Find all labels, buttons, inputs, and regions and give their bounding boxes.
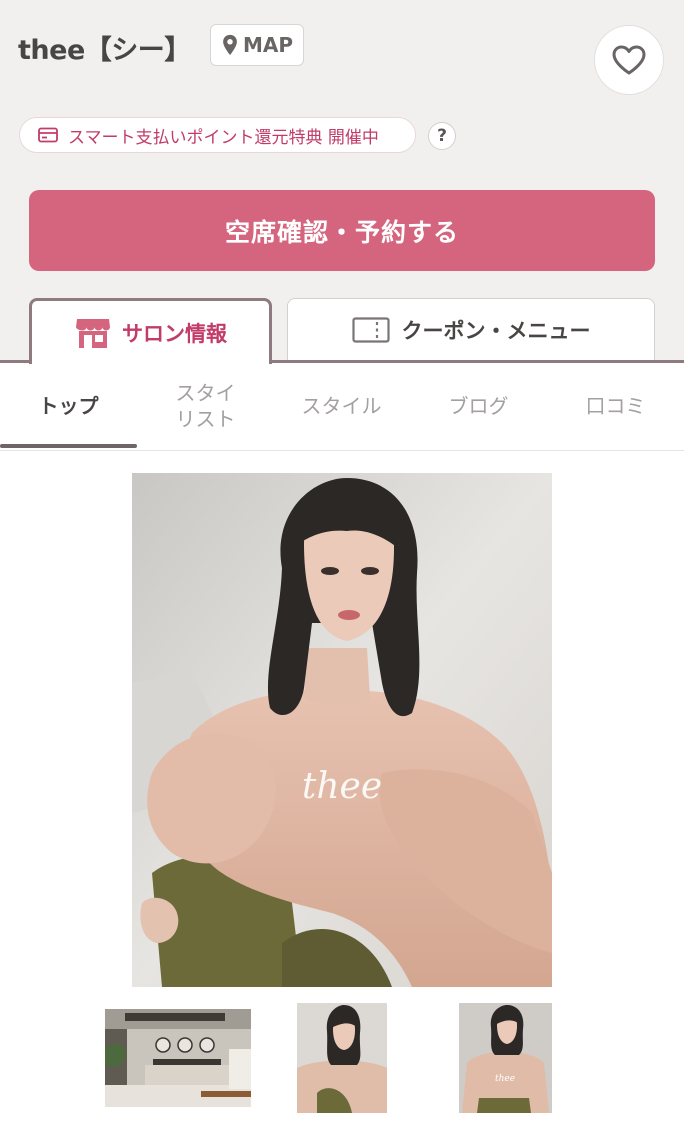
subnav-top[interactable]: トップ xyxy=(0,363,137,449)
coupon-ticket-icon xyxy=(351,316,390,343)
gallery-thumbnail-salon-interior[interactable] xyxy=(105,1009,251,1107)
gallery-thumbnail-model-2[interactable]: thee xyxy=(459,1003,552,1113)
hero-photo[interactable]: thee xyxy=(132,473,552,987)
tab-salon-label: サロン情報 xyxy=(122,321,227,346)
sub-navigation: トップ スタイ リスト スタイル ブログ 口コミ xyxy=(0,363,684,451)
gallery-thumbnail-model-1[interactable] xyxy=(297,1003,387,1113)
card-icon xyxy=(38,127,58,143)
favorite-button[interactable] xyxy=(594,25,664,95)
thumbnail-caption: thee xyxy=(495,1074,515,1084)
active-tab-indicator xyxy=(0,444,137,448)
subnav-reviews[interactable]: 口コミ xyxy=(547,363,684,449)
map-pin-icon xyxy=(223,34,237,56)
help-button[interactable]: ? xyxy=(428,122,456,150)
subnav-blog[interactable]: ブログ xyxy=(410,363,547,449)
heart-icon xyxy=(612,45,646,75)
tab-coupon-label: クーポン・メニュー xyxy=(401,318,591,343)
hero-caption: thee xyxy=(302,766,382,807)
subnav-stylist[interactable]: スタイ リスト xyxy=(137,363,274,449)
tab-coupon-menu[interactable]: クーポン・メニュー xyxy=(287,298,655,360)
map-label: MAP xyxy=(242,33,294,57)
salon-store-icon xyxy=(76,318,110,348)
promo-text: スマート支払いポイント還元特典 開催中 xyxy=(68,127,379,148)
subnav-style[interactable]: スタイル xyxy=(273,363,410,449)
reserve-button[interactable]: 空席確認・予約する xyxy=(29,190,655,271)
tab-salon-info[interactable]: サロン情報 xyxy=(29,298,272,364)
map-button[interactable]: MAP xyxy=(210,24,304,66)
promo-banner[interactable]: スマート支払いポイント還元特典 開催中 xyxy=(19,117,416,153)
salon-name: thee【シー】 xyxy=(18,35,191,66)
